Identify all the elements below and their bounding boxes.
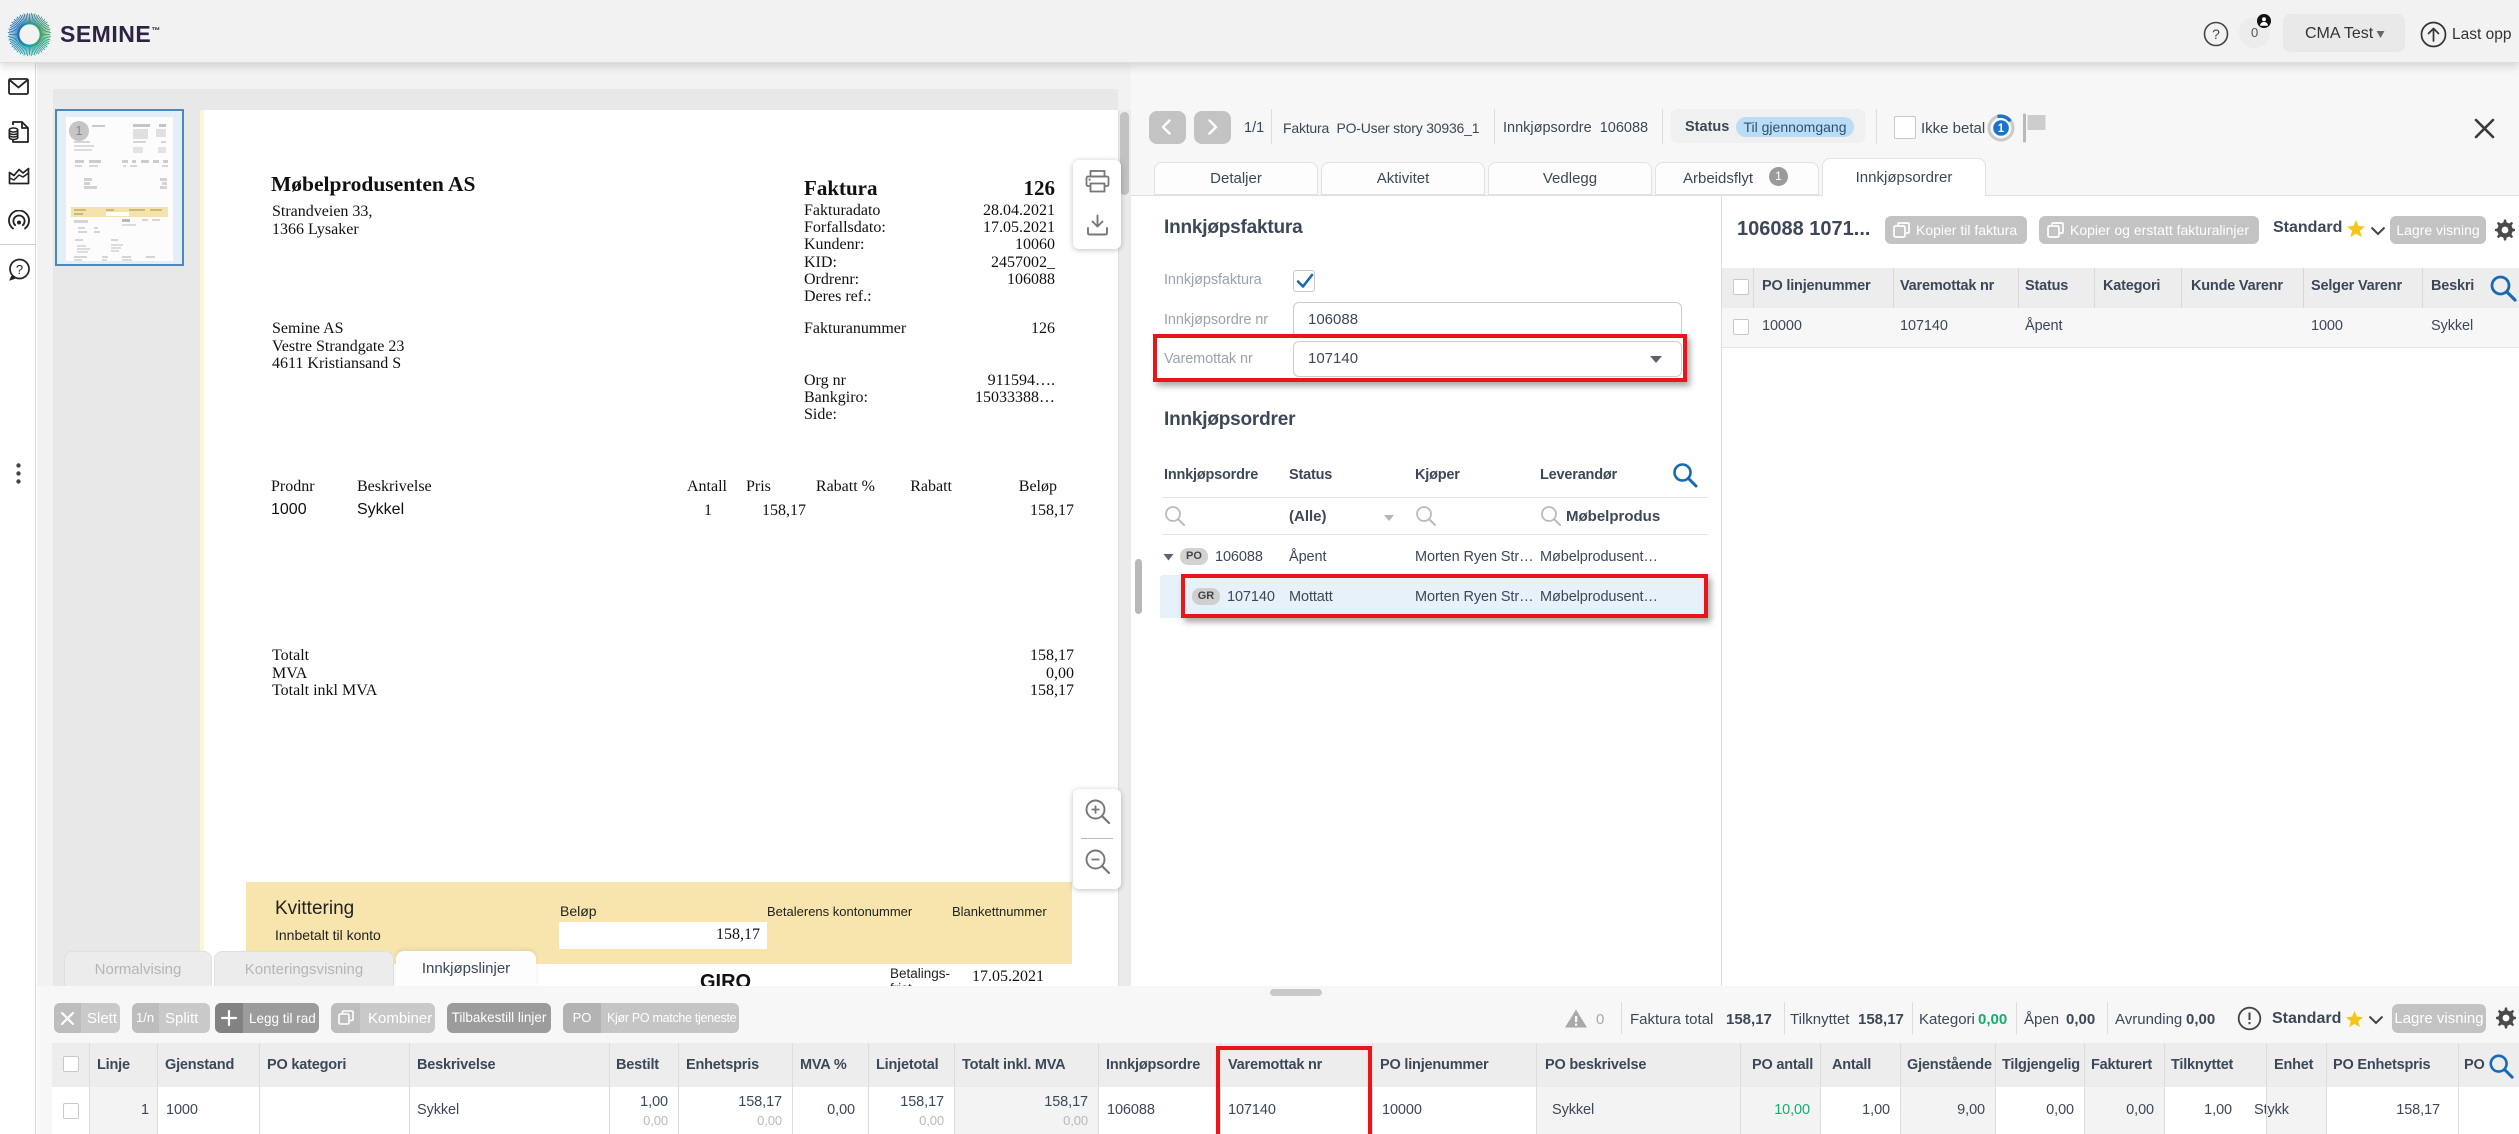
- svg-text:?: ?: [16, 262, 23, 277]
- svg-text:1: 1: [1998, 123, 2005, 135]
- svg-text:?: ?: [2212, 26, 2220, 42]
